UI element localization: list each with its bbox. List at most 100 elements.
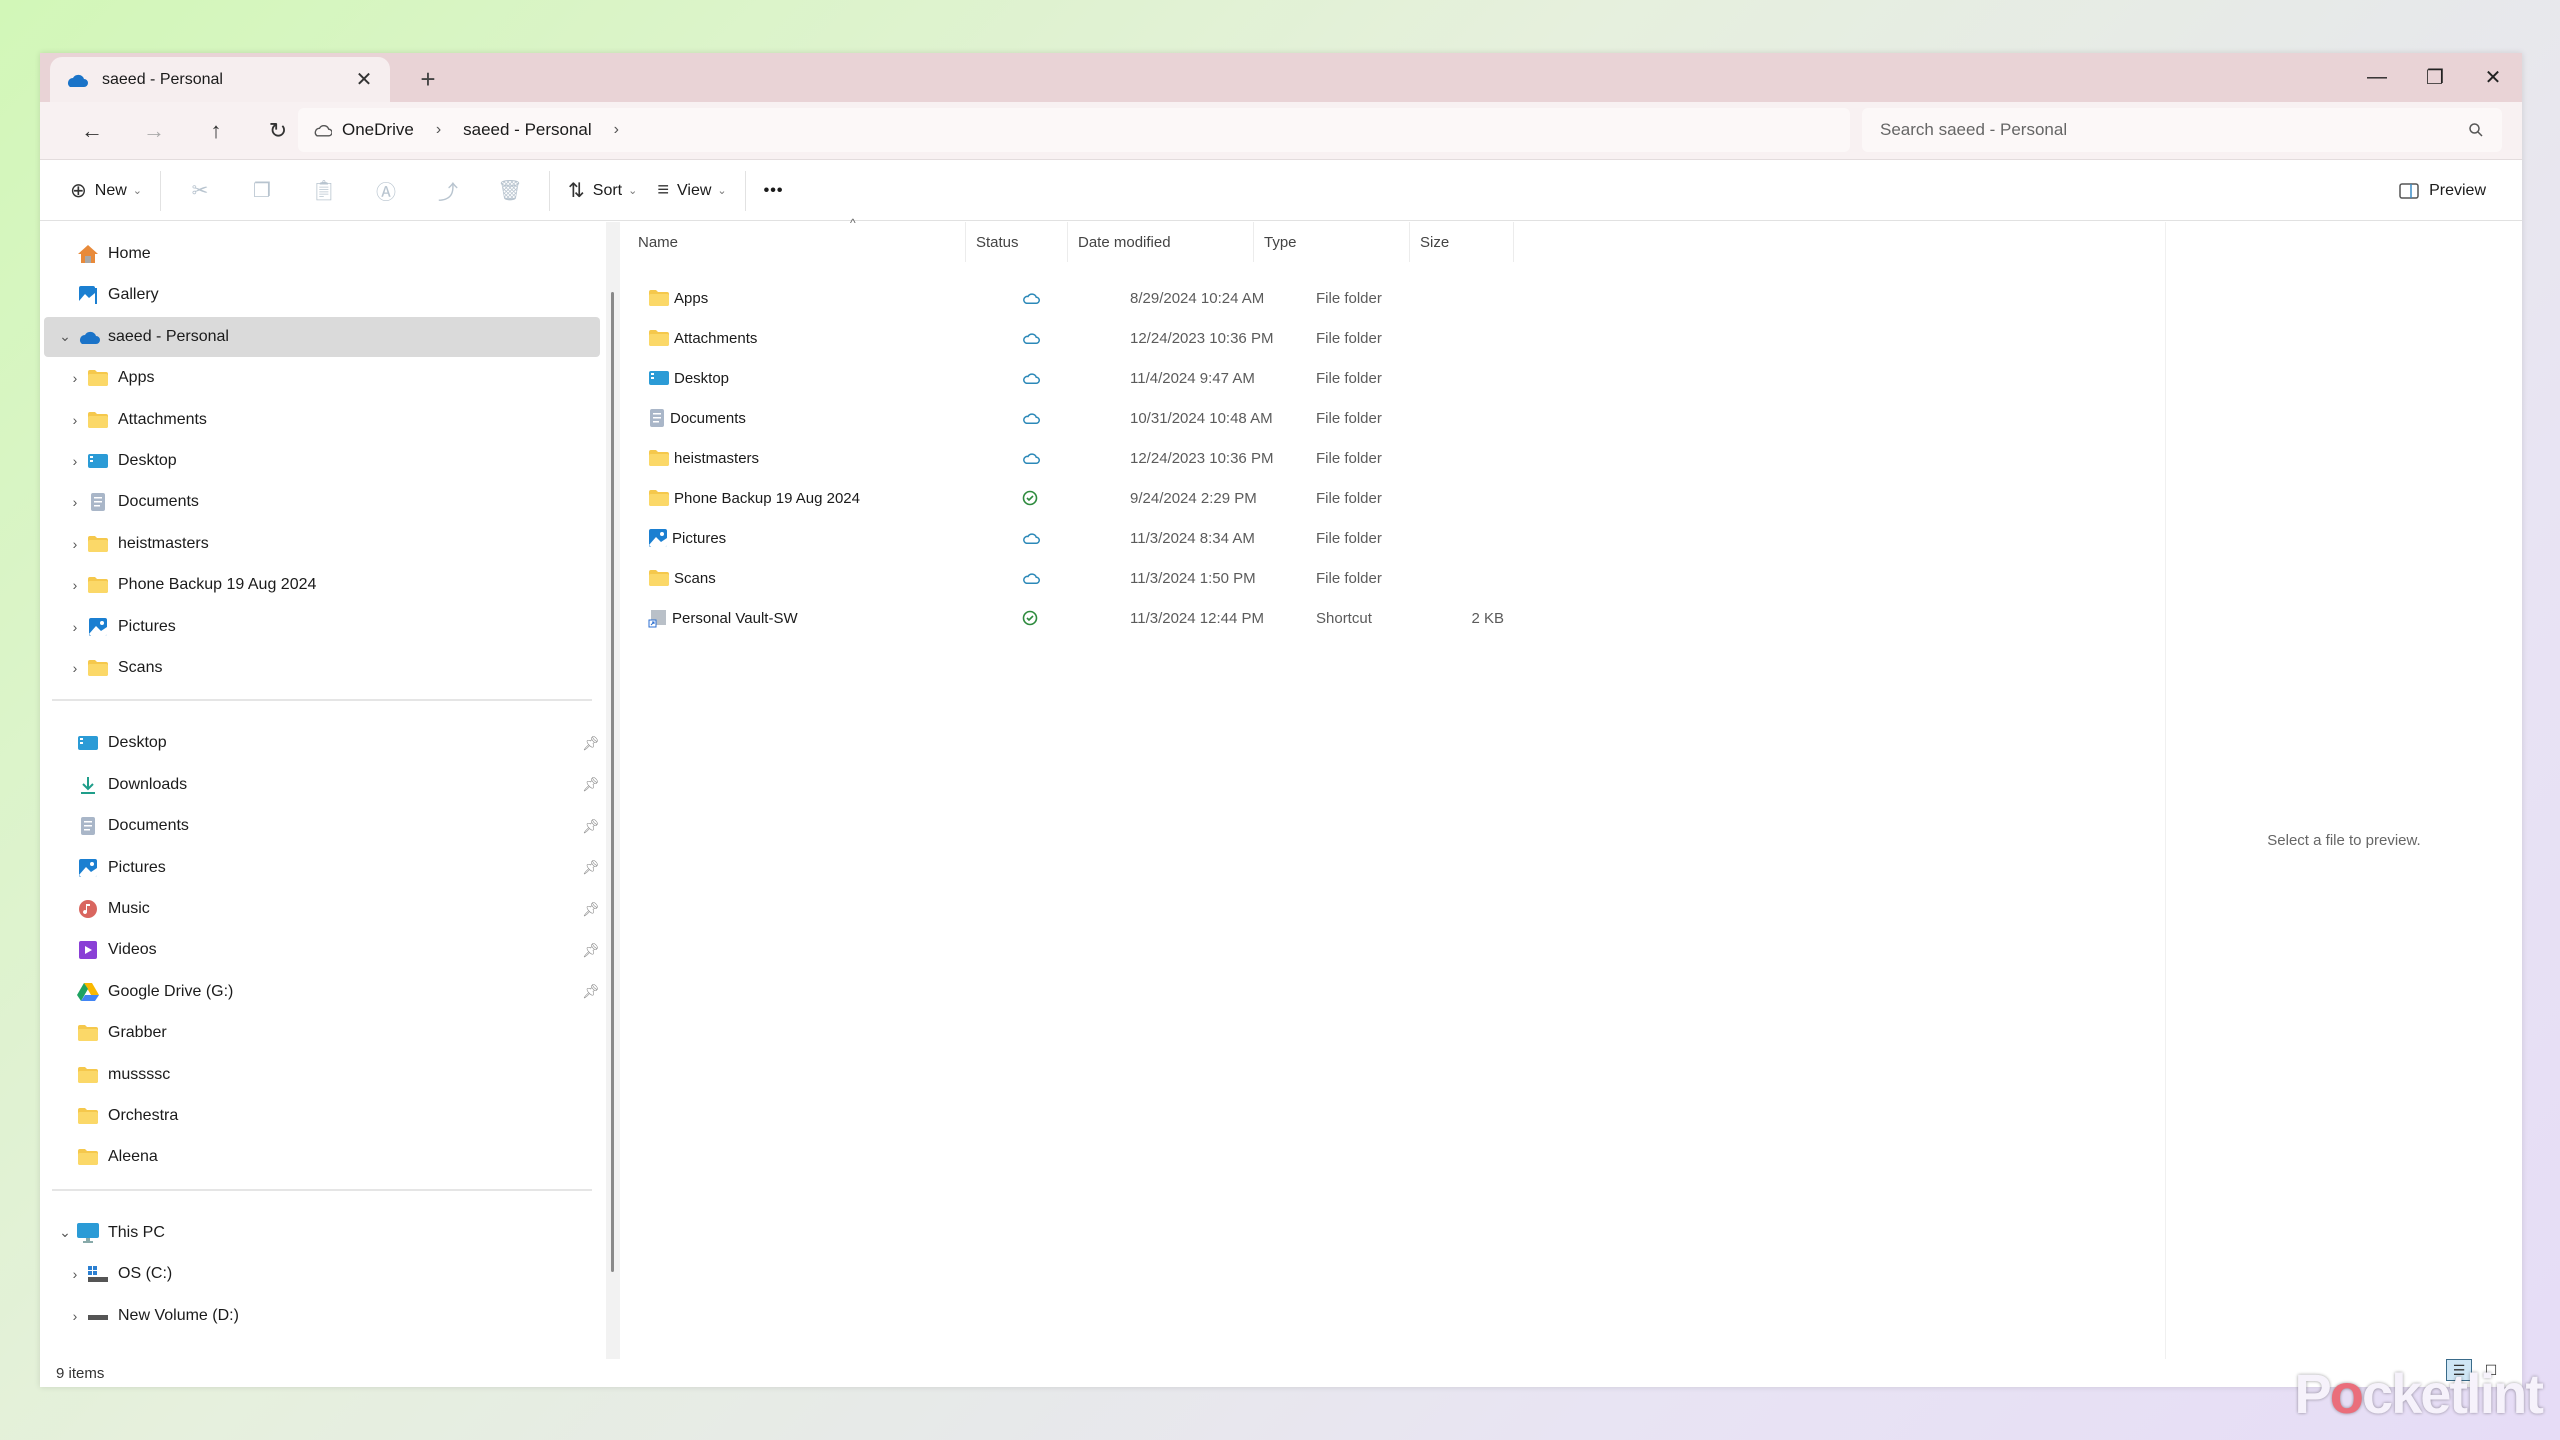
back-button[interactable]: ← [72, 112, 112, 150]
file-size [1422, 398, 1504, 438]
file-row[interactable]: Scans 11/3/2024 1:50 PM File folder [622, 558, 1542, 598]
chevron-right-icon[interactable]: › [64, 577, 86, 593]
pin-icon[interactable]: 📌︎ [582, 859, 600, 876]
file-row[interactable]: Attachments 12/24/2023 10:36 PM File folde… [622, 318, 1542, 358]
tab-saeed-personal[interactable]: saeed - Personal ✕ [50, 57, 390, 102]
sidebar-item[interactable]: › Apps [44, 358, 600, 398]
pin-icon[interactable]: 📌︎ [582, 776, 600, 793]
sidebar-item[interactable]: Desktop 📌︎ [44, 723, 600, 763]
copy-button[interactable]: ❐ [231, 169, 293, 213]
pin-icon[interactable]: 📌︎ [582, 818, 600, 835]
chevron-right-icon[interactable]: › [64, 494, 86, 510]
chevron-right-icon[interactable]: › [614, 121, 619, 139]
file-row[interactable]: Personal Vault-SW 11/3/2024 12:44 PM Short… [622, 598, 1542, 638]
sidebar-item[interactable]: › heistmasters [44, 524, 600, 564]
up-button[interactable]: ↑ [196, 112, 236, 150]
home-icon [76, 243, 100, 265]
chevron-right-icon[interactable]: › [436, 121, 441, 139]
sidebar-item[interactable]: › OS (C:) [44, 1254, 600, 1294]
documents-icon [648, 408, 666, 428]
sidebar-item[interactable]: Google Drive (G:) 📌︎ [44, 972, 600, 1012]
column-header-name[interactable]: Name [628, 222, 966, 262]
pin-icon[interactable]: 📌︎ [582, 901, 600, 918]
sidebar-item[interactable]: Videos 📌︎ [44, 930, 600, 970]
refresh-button[interactable]: ↻ [258, 112, 298, 150]
file-date: 12/24/2023 10:36 PM [1130, 449, 1274, 467]
sort-button[interactable]: ⇅ Sort ⌄ [558, 169, 647, 213]
sidebar-item[interactable]: › Phone Backup 19 Aug 2024 [44, 565, 600, 605]
search-input[interactable]: Search saeed - Personal [1862, 108, 2502, 152]
cloud-status-icon [1023, 453, 1040, 464]
view-button[interactable]: ≡ View ⌄ [647, 169, 736, 213]
breadcrumb[interactable]: OneDrive › saeed - Personal › [298, 108, 1850, 152]
pin-icon[interactable]: 📌︎ [582, 983, 600, 1000]
chevron-right-icon[interactable]: › [64, 1308, 86, 1324]
chevron-right-icon[interactable]: › [64, 619, 86, 635]
chevron-down-icon[interactable]: ⌄ [54, 328, 76, 345]
sidebar-item[interactable]: › Documents [44, 482, 600, 522]
close-tab-icon[interactable]: ✕ [352, 67, 376, 92]
chevron-right-icon[interactable]: › [64, 412, 86, 428]
chevron-right-icon[interactable]: › [64, 1266, 86, 1282]
column-header-date-modified[interactable]: Date modified [1068, 222, 1254, 262]
cloud-status-icon [1023, 413, 1040, 424]
sidebar-item[interactable]: Orchestra [44, 1096, 600, 1136]
sidebar-item[interactable]: Grabber [44, 1013, 600, 1053]
maximize-button[interactable]: ❐ [2406, 53, 2464, 102]
column-header-size[interactable]: Size [1410, 222, 1514, 262]
sidebar-item[interactable]: › New Volume (D:) [44, 1296, 600, 1336]
pin-icon[interactable]: 📌︎ [582, 735, 600, 752]
sidebar-item[interactable]: › Scans [44, 648, 600, 688]
sidebar-item[interactable]: › Desktop [44, 441, 600, 481]
new-button[interactable]: ⊕ New ⌄ [60, 169, 152, 213]
sidebar-item[interactable]: ⌄ saeed - Personal [44, 316, 600, 357]
sidebar-item[interactable]: Documents 📌︎ [44, 806, 600, 846]
sidebar-item[interactable]: Gallery [44, 275, 600, 315]
cloud-outline-icon [314, 125, 332, 137]
preview-pane-button[interactable]: Preview [2389, 169, 2496, 213]
chevron-down-icon[interactable]: ⌄ [54, 1224, 76, 1241]
file-row[interactable]: Apps 8/29/2024 10:24 AM File folder [622, 278, 1542, 318]
file-explorer-window: saeed - Personal ✕ + — ❐ ✕ ← → ↑ ↻ OneDr… [40, 53, 2522, 1387]
breadcrumb-onedrive[interactable]: OneDrive [342, 120, 414, 140]
sidebar-item[interactable]: Music 📌︎ [44, 889, 600, 929]
new-tab-button[interactable]: + [410, 61, 446, 97]
column-header-type[interactable]: Type [1254, 222, 1410, 262]
close-window-button[interactable]: ✕ [2464, 53, 2522, 102]
paste-button[interactable]: 📋︎ [293, 169, 355, 213]
delete-button[interactable]: 🗑︎ [479, 169, 541, 213]
sidebar-item[interactable]: › Attachments [44, 400, 600, 440]
cut-button[interactable]: ✂ [169, 169, 231, 213]
rename-icon: Ⓐ [376, 182, 396, 204]
sidebar-item[interactable]: mussssc [44, 1055, 600, 1095]
chevron-right-icon[interactable]: › [64, 453, 86, 469]
forward-button[interactable]: → [134, 112, 174, 150]
sidebar-item[interactable]: Downloads 📌︎ [44, 765, 600, 805]
chevron-right-icon[interactable]: › [64, 660, 86, 676]
refresh-icon: ↻ [268, 118, 288, 143]
more-options-button[interactable]: ••• [754, 169, 794, 213]
file-row[interactable]: Documents 10/31/2024 10:48 AM File folder [622, 398, 1542, 438]
file-row[interactable]: heistmasters 12/24/2023 10:36 PM File fold… [622, 438, 1542, 478]
minimize-button[interactable]: — [2348, 53, 2406, 102]
breadcrumb-saeed-personal[interactable]: saeed - Personal [463, 120, 592, 140]
share-button[interactable]: ⤴ [417, 169, 479, 213]
sidebar-item[interactable]: Pictures 📌︎ [44, 848, 600, 888]
chevron-right-icon[interactable]: › [64, 536, 86, 552]
divider [744, 170, 746, 211]
file-row[interactable]: Phone Backup 19 Aug 2024 9/24/2024 2:29 P… [622, 478, 1542, 518]
column-header-status[interactable]: Status [966, 222, 1068, 262]
chevron-right-icon[interactable]: › [64, 370, 86, 386]
file-date: 11/4/2024 9:47 AM [1130, 369, 1255, 387]
pin-icon[interactable]: 📌︎ [582, 942, 600, 959]
sidebar-item[interactable]: › Pictures [44, 607, 600, 647]
scrollbar-thumb[interactable] [611, 292, 614, 1272]
synced-status-icon [1022, 610, 1038, 626]
rename-button[interactable]: Ⓐ [355, 169, 417, 213]
sidebar-item[interactable]: ⌄ This PC [44, 1213, 600, 1253]
sidebar-item[interactable]: Aleena [44, 1137, 600, 1177]
sidebar-item[interactable]: Home [44, 234, 600, 274]
file-row[interactable]: Desktop 11/4/2024 9:47 AM File folder [622, 358, 1542, 398]
navigation-scrollbar[interactable] [606, 222, 620, 1359]
file-row[interactable]: Pictures 11/3/2024 8:34 AM File folder [622, 518, 1542, 558]
